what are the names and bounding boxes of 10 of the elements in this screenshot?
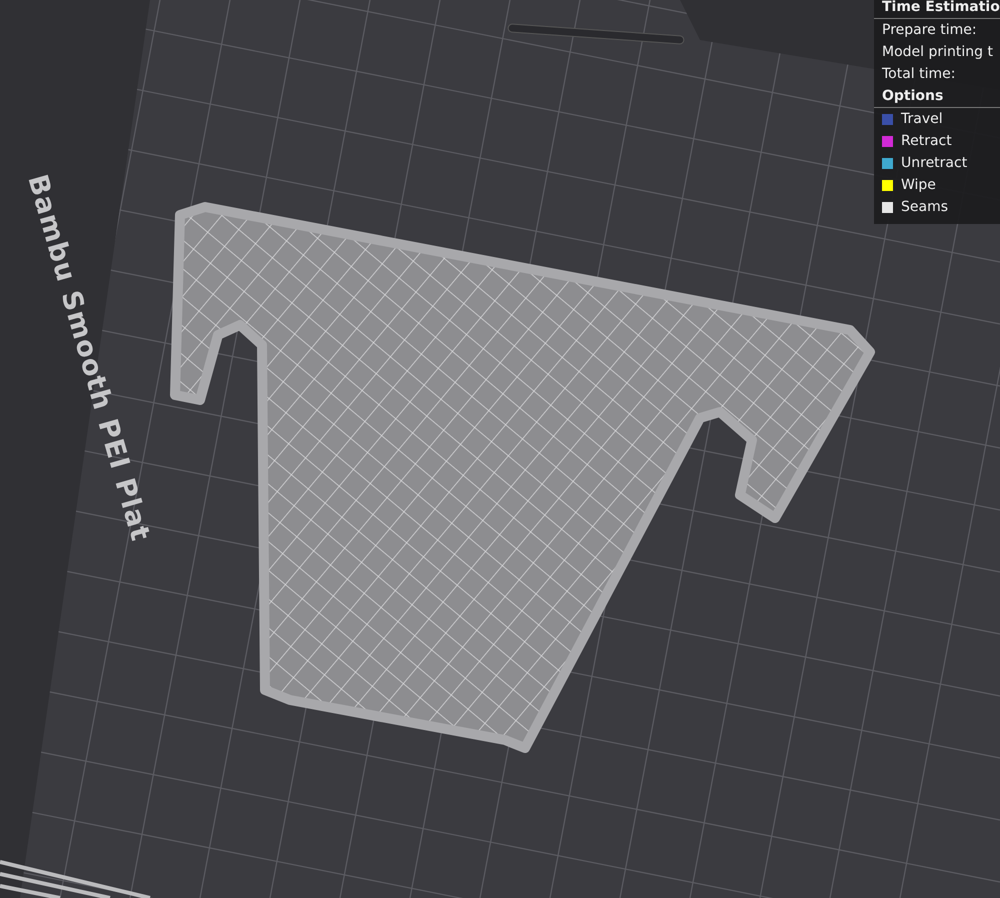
time-label: Model printing t <box>881 43 994 62</box>
section-title: Time Estimatio <box>874 0 1000 19</box>
option-label: Travel <box>901 110 943 129</box>
time-label: Prepare time: <box>881 21 978 40</box>
time-label: Total time: <box>881 65 956 84</box>
option-label: Unretract <box>901 154 968 173</box>
option-label: Wipe <box>901 176 936 195</box>
section-title: Options <box>874 85 1000 108</box>
option-label: Seams <box>901 198 948 217</box>
option-label: Retract <box>901 132 952 151</box>
